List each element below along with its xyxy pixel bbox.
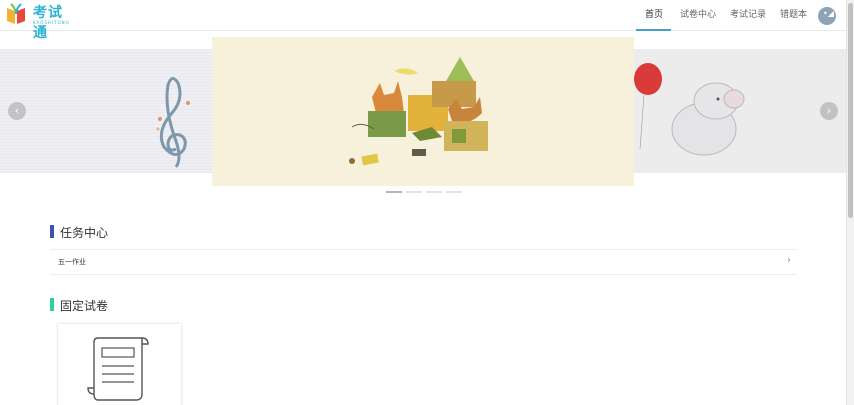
carousel-indicator[interactable] (406, 191, 422, 193)
carousel-indicator[interactable] (426, 191, 442, 193)
page: 考试通 KAOSHITONG 首页 试卷中心 考试记录 错题本 •◢ ‹ › 任… (0, 0, 854, 405)
carousel-indicators (386, 191, 462, 194)
carousel-slide-prev[interactable] (0, 49, 212, 173)
task-list-item[interactable]: 五一作业 › (50, 249, 797, 275)
nav-paper-center[interactable]: 试卷中心 (680, 0, 716, 31)
task-item-label: 五一作业 (58, 258, 86, 266)
nav-wrong-questions[interactable]: 错题本 (780, 0, 807, 31)
scrollbar-thumb[interactable] (848, 3, 853, 218)
top-header: 考试通 KAOSHITONG 首页 试卷中心 考试记录 错题本 •◢ (0, 0, 846, 41)
nav-active-underline (636, 29, 671, 31)
nav-exam-records[interactable]: 考试记录 (730, 0, 766, 31)
user-avatar-icon[interactable]: •◢ (818, 7, 836, 25)
treble-clef-illustration (156, 77, 190, 168)
carousel-next-button[interactable]: › (820, 102, 838, 120)
chevron-right-icon: › (826, 104, 832, 117)
logo-subtitle: KAOSHITONG (33, 20, 70, 25)
carousel-prev-button[interactable]: ‹ (8, 102, 26, 120)
chevron-left-icon: ‹ (14, 104, 20, 117)
task-section-accent (50, 225, 54, 238)
carousel-indicator[interactable] (446, 191, 462, 193)
logo-book-icon (7, 3, 25, 24)
foxes-illustration (349, 57, 488, 166)
paper-section-accent (50, 298, 54, 311)
task-section-title: 任务中心 (60, 226, 109, 240)
page-scrollbar[interactable] (846, 0, 854, 405)
carousel-slide-next[interactable] (634, 49, 846, 173)
chevron-right-icon: › (787, 255, 791, 266)
nav-home[interactable]: 首页 (645, 0, 663, 31)
paper-section-title: 固定试卷 (60, 299, 109, 313)
carousel-slide-active[interactable] (212, 37, 634, 186)
carousel-indicator[interactable] (386, 191, 402, 193)
logo[interactable]: 考试通 KAOSHITONG (5, 2, 75, 41)
paper-card[interactable] (58, 324, 181, 405)
elephant-balloon-illustration (634, 63, 745, 156)
scroll-document-icon (87, 337, 149, 401)
